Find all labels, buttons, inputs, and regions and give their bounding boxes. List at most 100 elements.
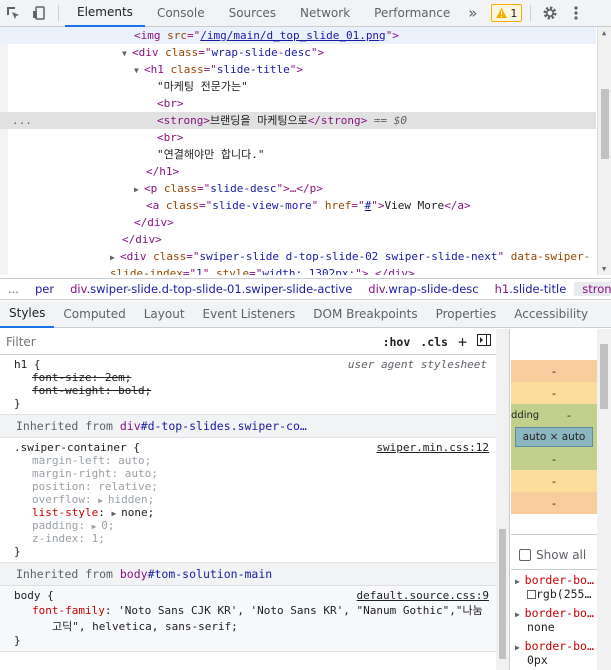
css-property[interactable]: font-family: 'Noto Sans CJK KR', 'Noto S… — [14, 602, 503, 618]
css-property[interactable]: position: relative; — [14, 480, 503, 493]
dom-node-div-slide-02[interactable]: ▶ <div class="swiper-slide d-top-slide-02… — [0, 248, 596, 265]
hov-toggle-button[interactable]: :hov — [378, 335, 416, 349]
dom-node-strong-selected[interactable]: ... <strong>브랜딩을 마케팅으로</strong> == $0 — [0, 112, 596, 129]
tab-performance[interactable]: Performance — [362, 0, 462, 27]
tab-sources[interactable]: Sources — [217, 0, 288, 27]
styles-filter-input[interactable] — [6, 334, 378, 349]
css-property[interactable]: font-size: 2em; — [14, 371, 503, 384]
tab-accessibility[interactable]: Accessibility — [505, 301, 597, 328]
padding-value: - — [567, 408, 571, 422]
dom-node-div-slide-02-cont[interactable]: slide-index="1" style="width: 1302px;">…… — [0, 265, 596, 275]
computed-property[interactable]: ▶ border-bo… — [515, 573, 594, 587]
css-property[interactable]: list-style: ▶ none; — [14, 506, 503, 519]
tag-open: <h1 — [144, 63, 171, 76]
expand-triangle-icon[interactable]: ▼ — [134, 62, 144, 78]
computed-name: border-bo… — [524, 573, 594, 587]
css-property[interactable]: overflow: ▶ hidden; — [14, 493, 503, 506]
show-all-checkbox[interactable] — [519, 549, 531, 561]
tag-close: " — [497, 250, 511, 263]
node-menu-dots[interactable]: ... — [12, 112, 32, 129]
scroll-up-arrow-icon[interactable]: ▲ — [602, 29, 606, 37]
dom-node-br[interactable]: <br> — [0, 129, 596, 146]
dom-scrollbar[interactable]: ▲ ▼ — [597, 27, 611, 275]
new-style-rule-button[interactable]: + — [453, 333, 472, 351]
tab-properties[interactable]: Properties — [427, 301, 506, 328]
dom-node-h1[interactable]: ▼ <h1 class="slide-title"> — [0, 61, 596, 78]
dom-node-br[interactable]: <br> — [0, 95, 596, 112]
device-toolbar-icon[interactable] — [26, 0, 52, 27]
breadcrumb-more[interactable]: ... — [0, 282, 27, 296]
more-tabs-button[interactable]: » — [462, 0, 483, 27]
tab-computed[interactable]: Computed — [54, 301, 134, 328]
settings-gear-icon[interactable] — [537, 0, 563, 27]
box-model-margin[interactable]: - — [511, 360, 597, 382]
box-model-padding[interactable]: dding - — [511, 404, 597, 426]
expand-triangle-icon[interactable]: ▶ — [92, 522, 102, 531]
attr-value-link[interactable]: /img/main/d_top_slide_01.png — [200, 29, 385, 42]
inherited-class[interactable]: #tom-solution-main — [148, 567, 273, 581]
inspect-element-icon[interactable] — [0, 0, 26, 27]
tab-layout[interactable]: Layout — [135, 301, 194, 328]
rule-body[interactable]: body {default.source.css:9 font-family: … — [0, 586, 509, 652]
expand-triangle-icon[interactable]: ▶ — [98, 496, 108, 505]
tab-console[interactable]: Console — [145, 0, 217, 27]
tab-network[interactable]: Network — [288, 0, 362, 27]
warnings-badge[interactable]: 1 — [491, 4, 523, 22]
dom-node-div-close[interactable]: </div> — [0, 231, 596, 248]
expand-triangle-icon[interactable]: ▶ — [134, 181, 144, 197]
cls-toggle-button[interactable]: .cls — [415, 335, 453, 349]
dom-tree[interactable]: <img src="/img/main/d_top_slide_01.png">… — [0, 27, 611, 275]
css-property[interactable]: font-weight: bold; — [14, 384, 503, 397]
tab-dom-breakpoints[interactable]: DOM Breakpoints — [304, 301, 426, 328]
dom-node-div-wrap-slide-desc[interactable]: ▼ <div class="wrap-slide-desc"> — [0, 44, 596, 61]
rule-source-link[interactable]: default.source.css:9 — [357, 589, 489, 602]
dom-node-div-close[interactable]: </div> — [0, 214, 596, 231]
styles-scrollbar[interactable] — [496, 329, 509, 670]
breadcrumb-item[interactable]: div.swiper-slide.d-top-slide-01.swiper-s… — [62, 282, 360, 296]
customize-menu-icon[interactable] — [563, 0, 589, 27]
property-value: 고딕", helvetica, sans-serif; — [52, 620, 238, 633]
side-scrollbar[interactable] — [597, 329, 611, 670]
inherited-class[interactable]: #d-top-slides.swiper-co… — [141, 419, 307, 433]
css-property[interactable]: margin-right: auto; — [14, 467, 503, 480]
dom-text-node[interactable]: "마케팅 전문가는" — [0, 78, 596, 95]
dom-node-img[interactable]: <img src="/img/main/d_top_slide_01.png"> — [0, 27, 596, 44]
expand-triangle-icon[interactable]: ▶ — [515, 577, 525, 586]
scroll-down-arrow-icon[interactable]: ▼ — [602, 265, 606, 273]
styles-scroll-thumb[interactable] — [499, 529, 506, 659]
tab-styles[interactable]: Styles — [0, 301, 55, 328]
dom-text-node[interactable]: "연결해야만 합니다." — [0, 146, 596, 163]
inherited-tag[interactable]: div — [120, 419, 141, 433]
dom-node-h1-close[interactable]: </h1> — [0, 163, 596, 180]
show-all-checkbox-row[interactable]: Show all — [519, 548, 586, 562]
inherited-tag[interactable]: body — [120, 567, 148, 581]
box-model-border[interactable]: - — [511, 382, 597, 404]
breadcrumb-item-current[interactable]: strong — [574, 282, 611, 296]
breadcrumb-item[interactable]: per — [27, 282, 62, 296]
rule-source-link[interactable]: swiper.min.css:12 — [376, 441, 489, 454]
expand-triangle-icon[interactable]: ▼ — [122, 45, 132, 61]
computed-property[interactable]: ▶ border-bo… — [515, 639, 594, 653]
expand-triangle-icon[interactable]: ▶ — [515, 643, 525, 652]
tab-elements[interactable]: Elements — [65, 0, 145, 27]
css-property[interactable]: margin-left: auto; — [14, 454, 503, 467]
box-model-content[interactable]: auto × auto — [515, 427, 593, 447]
color-swatch[interactable] — [527, 590, 536, 599]
rule-h1-user-agent[interactable]: h1 {user agent stylesheet font-size: 2em… — [0, 355, 509, 415]
expand-triangle-icon[interactable]: ▶ — [111, 509, 121, 518]
tab-event-listeners[interactable]: Event Listeners — [194, 301, 305, 328]
breadcrumb-item[interactable]: h1.slide-title — [487, 282, 575, 296]
attr-eq: =" — [351, 199, 365, 212]
expand-triangle-icon[interactable]: ▶ — [515, 610, 525, 619]
expand-triangle-icon[interactable]: ▶ — [110, 249, 120, 265]
css-property[interactable]: padding: ▶ 0; — [14, 519, 503, 532]
side-scroll-thumb[interactable] — [600, 344, 608, 409]
dom-node-a[interactable]: <a class="slide-view-more" href="#">View… — [0, 197, 596, 214]
dom-scroll-thumb[interactable] — [601, 89, 609, 159]
breadcrumb-item[interactable]: div.wrap-slide-desc — [360, 282, 486, 296]
rule-swiper-container[interactable]: .swiper-container {swiper.min.css:12 mar… — [0, 438, 509, 563]
dom-node-p[interactable]: ▶ <p class="slide-desc">…</p> — [0, 180, 596, 197]
computed-property[interactable]: ▶ border-bo… — [515, 606, 594, 620]
css-property[interactable]: z-index: 1; — [14, 532, 503, 545]
breadcrumb: ... per div.swiper-slide.d-top-slide-01.… — [0, 278, 611, 300]
